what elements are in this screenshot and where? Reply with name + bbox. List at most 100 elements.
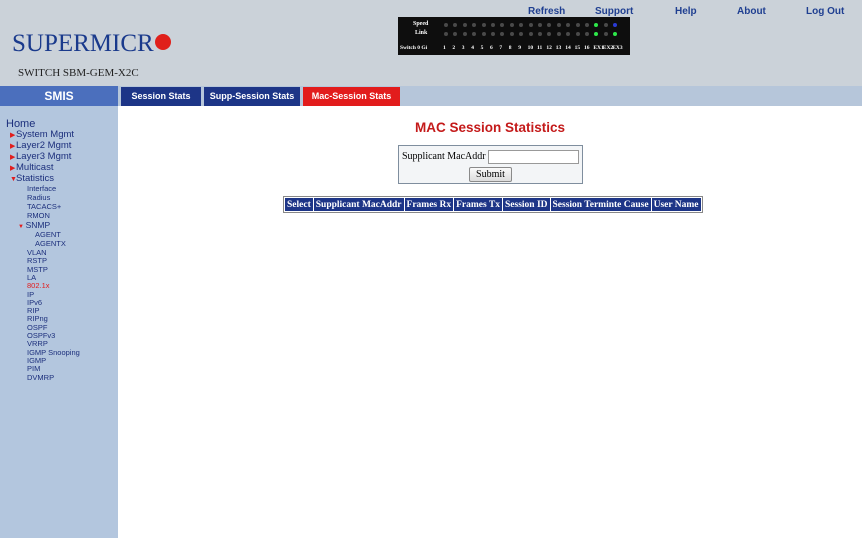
port-led — [509, 23, 514, 27]
port-led — [613, 23, 618, 27]
port-number: 15 — [574, 45, 581, 51]
sidebar-item-system-mgmt[interactable]: ▶System Mgmt — [10, 129, 74, 140]
port-led — [453, 32, 458, 36]
port-led — [528, 32, 533, 36]
sidebar-item-statistics[interactable]: ▼Statistics — [10, 173, 54, 184]
speed-label: Speed — [413, 21, 429, 27]
sidebar-sub-label: SNMP — [25, 220, 51, 230]
supplicant-macaddr-input[interactable] — [488, 150, 579, 164]
sidebar-item-label: Multicast — [16, 162, 54, 173]
tab-bar: SMIS Session Stats Supp-Session Stats Ma… — [0, 86, 862, 106]
port-number: 14 — [565, 45, 571, 51]
page-title: MAC Session Statistics — [414, 120, 566, 135]
port-led — [585, 23, 589, 27]
port-led — [594, 23, 599, 27]
port-number: 11 — [537, 45, 543, 51]
refresh-link[interactable]: Refresh — [528, 6, 565, 17]
port-number: 10 — [527, 45, 534, 51]
sidebar-sub-dvmrp[interactable]: DVMRP — [27, 373, 54, 382]
port-led — [538, 32, 542, 36]
sidebar-sub-snmp[interactable]: ▼ SNMP — [18, 220, 50, 230]
sidebar-item-layer2-mgmt[interactable]: ▶Layer2 Mgmt — [10, 140, 71, 151]
sidebar-item-layer3-mgmt[interactable]: ▶Layer3 Mgmt — [10, 151, 71, 162]
sidebar-item-label: Layer3 Mgmt — [16, 151, 72, 162]
logout-link[interactable]: Log Out — [806, 6, 844, 17]
tab-session-stats[interactable]: Session Stats — [121, 87, 201, 106]
support-link[interactable]: Support — [595, 6, 633, 17]
port-number: 9 — [518, 45, 521, 51]
sidebar-item-multicast[interactable]: ▶Multicast — [10, 162, 53, 173]
logo-text: SUPERMICR — [12, 30, 154, 57]
help-link[interactable]: Help — [675, 6, 697, 17]
caret-down-icon: ▼ — [18, 224, 26, 230]
supermicro-logo: SUPERMICR — [12, 30, 171, 58]
port-number: 12 — [546, 45, 552, 51]
sidebar-sub-rmon[interactable]: RMON — [27, 211, 50, 220]
column-header-user-name: User Name — [651, 198, 701, 211]
sidebar-sub-tacacs[interactable]: TACACS+ — [27, 202, 61, 211]
about-link[interactable]: About — [737, 6, 766, 17]
port-led — [603, 32, 608, 36]
column-header-frames-rx: Frames Rx — [404, 198, 454, 211]
port-led — [613, 32, 618, 36]
port-led — [575, 32, 580, 36]
port-number: 2 — [452, 45, 456, 51]
port-led — [491, 32, 495, 36]
port-led — [556, 23, 561, 27]
port-number: 16 — [584, 45, 590, 51]
port-led — [462, 23, 467, 27]
supplicant-macaddr-label: Supplicant MacAddr — [402, 151, 486, 162]
sidebar-item-label: Layer2 Mgmt — [16, 140, 72, 151]
sidebar-sub-interface[interactable]: Interface — [27, 184, 56, 193]
port-number: EX3 — [612, 45, 623, 51]
port-led — [566, 23, 571, 27]
table-header-row: Select Supplicant MacAddr Frames Rx Frames … — [285, 198, 701, 211]
port-led — [509, 32, 514, 36]
port-led — [444, 23, 448, 27]
port-number: 8 — [508, 45, 512, 51]
header: Refresh Support Help About Log Out SUPER… — [0, 0, 862, 86]
port-led — [444, 32, 448, 36]
port-led — [472, 23, 477, 27]
column-header-frames-tx: Frames Tx — [454, 198, 503, 211]
port-led — [462, 32, 467, 36]
port-led — [481, 23, 486, 27]
switch-name: SWITCH SBM-GEM-X2C — [18, 67, 139, 79]
port-led — [491, 23, 495, 27]
port-led — [519, 23, 524, 27]
port-led — [453, 23, 458, 27]
port-number: 13 — [555, 45, 562, 51]
port-led — [603, 23, 608, 27]
column-header-session-id: Session ID — [503, 198, 550, 211]
sidebar-sub-radius[interactable]: Radius — [27, 193, 50, 202]
port-led — [547, 23, 552, 27]
port-led — [547, 32, 552, 36]
port-number: 1 — [443, 45, 446, 51]
port-led — [500, 32, 505, 36]
sidebar-item-label: System Mgmt — [16, 129, 75, 140]
port-number: 4 — [471, 45, 474, 51]
port-led — [519, 32, 524, 36]
sidebar-item-label: Statistics — [16, 173, 55, 184]
sidebar-sub-agentx[interactable]: AGENTX — [35, 239, 66, 248]
column-header-session-terminte-cause: Session Terminte Cause — [550, 198, 651, 211]
port-led — [575, 23, 580, 27]
port-led — [528, 23, 533, 27]
port-led — [585, 32, 589, 36]
port-led-panel: Speed Link Switch 0 Gi 1 2 3 4 5 6 7 8 9 10 11 12 13 1… — [398, 17, 630, 55]
tab-mac-session-stats[interactable]: Mac-Session Stats — [303, 87, 400, 106]
link-label: Link — [415, 30, 428, 36]
column-header-supplicant-macaddr: Supplicant MacAddr — [313, 198, 404, 211]
port-number: 5 — [480, 45, 484, 51]
logo-red-dot — [154, 34, 171, 50]
mac-session-table: Select Supplicant MacAddr Frames Rx Frames … — [283, 196, 703, 213]
port-led — [556, 32, 561, 36]
tab-supp-session-stats[interactable]: Supp-Session Stats — [204, 87, 300, 106]
port-number: 3 — [461, 45, 465, 51]
port-number: 6 — [490, 45, 493, 51]
submit-button[interactable]: Submit — [469, 167, 512, 182]
switch-port-label: Switch 0 Gi — [400, 45, 428, 51]
port-led — [500, 23, 505, 27]
port-number: 7 — [499, 45, 503, 51]
sidebar-sub-agent[interactable]: AGENT — [35, 230, 61, 239]
